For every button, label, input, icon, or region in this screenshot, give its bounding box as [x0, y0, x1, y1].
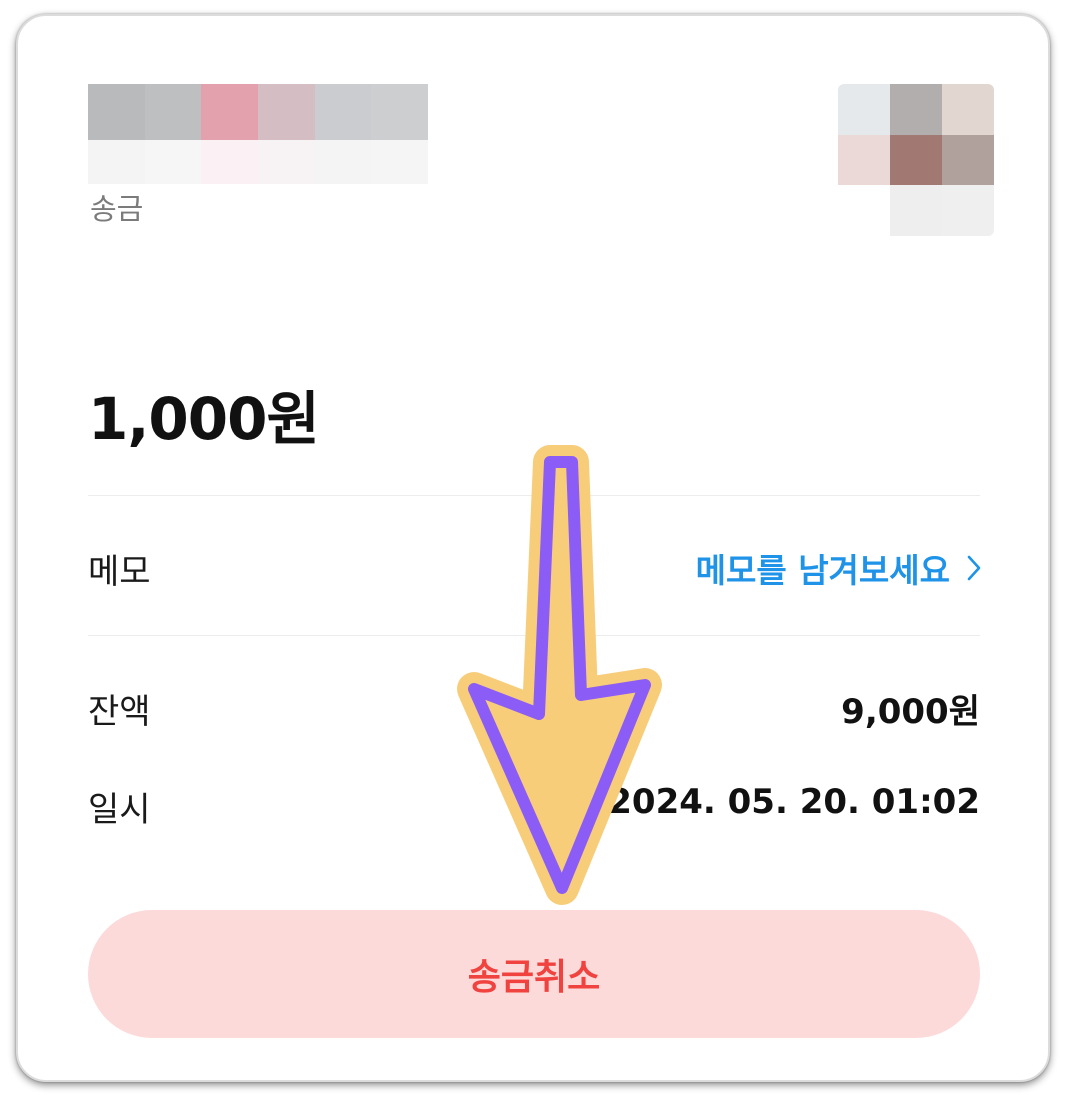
balance-label: 잔액	[88, 692, 151, 732]
divider	[88, 635, 980, 636]
transfer-type-label: 송금	[90, 192, 144, 226]
memo-label: 메모	[88, 552, 151, 592]
blurred-recipient-name	[88, 84, 428, 184]
blurred-recipient-avatar	[838, 84, 994, 236]
chevron-right-icon	[966, 554, 982, 582]
transfer-amount: 1,000원	[88, 385, 320, 453]
divider	[88, 495, 980, 496]
memo-link[interactable]: 메모를 남겨보세요	[696, 544, 982, 592]
balance-value: 9,000원	[841, 692, 980, 732]
cancel-transfer-button[interactable]: 송금취소	[88, 910, 980, 1038]
datetime-value: 2024. 05. 20. 01:02	[608, 782, 980, 822]
memo-link-label: 메모를 남겨보세요	[695, 551, 950, 590]
datetime-label: 일시	[88, 790, 151, 830]
